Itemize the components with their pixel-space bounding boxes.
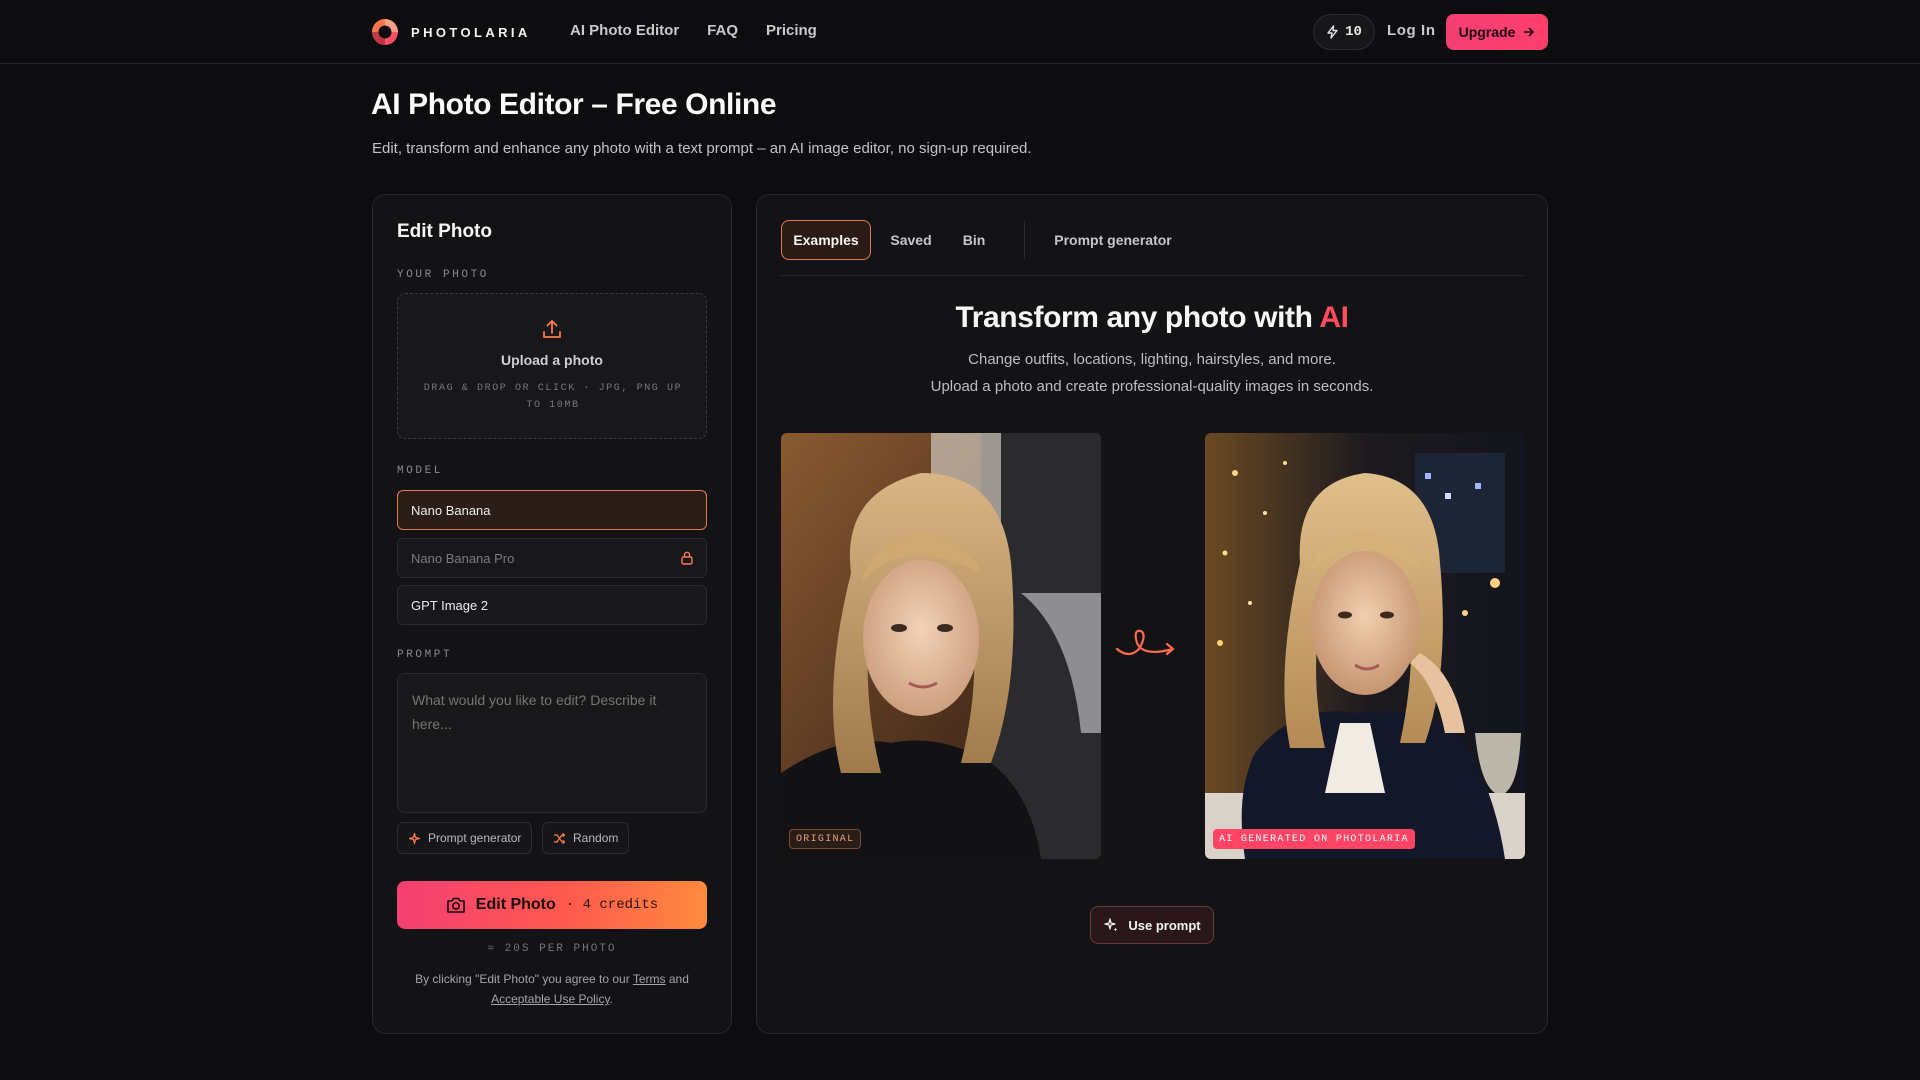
terms-link[interactable]: Terms — [633, 972, 666, 986]
tab-examples[interactable]: Examples — [781, 220, 871, 260]
model-option-label: Nano Banana — [411, 502, 491, 518]
nav-link-ai-photo-editor[interactable]: AI Photo Editor — [570, 22, 679, 39]
your-photo-label: YOUR PHOTO — [397, 269, 490, 281]
prompt-input[interactable] — [397, 673, 707, 813]
tab-underline — [781, 275, 1523, 276]
showcase-panel: Examples Saved Bin Prompt generator Tran… — [756, 194, 1548, 1034]
hero-line-1: Change outfits, locations, lighting, hai… — [968, 351, 1336, 368]
legal-notice: By clicking "Edit Photo" you agree to ou… — [403, 969, 701, 1009]
model-option-label: Nano Banana Pro — [411, 550, 515, 566]
original-photo-image — [781, 433, 1101, 859]
ai-generated-photo: AI GENERATED ON PHOTOLARIA — [1205, 433, 1525, 859]
ai-photo-image — [1205, 433, 1525, 859]
credits-badge[interactable]: 10 — [1313, 14, 1375, 50]
tab-saved[interactable]: Saved — [881, 220, 941, 260]
login-link[interactable]: Log In — [1387, 22, 1436, 39]
shuffle-icon — [553, 832, 566, 844]
bolt-icon — [1327, 25, 1338, 39]
legal-prefix: By clicking "Edit Photo" you agree to ou… — [415, 972, 630, 986]
page-title: AI Photo Editor – Free Online — [371, 88, 777, 121]
chip-label: Random — [573, 831, 619, 845]
time-per-photo: ≈ 20S PER PHOTO — [487, 943, 617, 955]
sparkle-icon — [408, 832, 421, 844]
random-chip[interactable]: Random — [542, 822, 630, 854]
hero-title: Transform any photo with AI — [757, 301, 1547, 335]
model-option-nano-banana-pro[interactable]: Nano Banana Pro — [397, 538, 707, 578]
lock-icon — [681, 551, 693, 565]
photo-upload-dropzone[interactable]: Upload a photo DRAG & DROP OR CLICK · JP… — [397, 293, 707, 439]
nav-link-pricing[interactable]: Pricing — [766, 22, 817, 39]
model-label: MODEL — [397, 465, 444, 477]
original-badge: ORIGINAL — [789, 829, 862, 849]
tab-divider — [1024, 221, 1025, 259]
credits-count: 10 — [1345, 24, 1362, 40]
legal-end: . — [609, 992, 613, 1006]
brand-logo[interactable]: PHOTOLARIA — [371, 18, 531, 46]
edit-photo-panel: Edit Photo YOUR PHOTO Upload a photo DRA… — [372, 194, 732, 1034]
hero-title-text: Transform any photo with — [955, 301, 1313, 334]
tab-bin[interactable]: Bin — [949, 220, 999, 260]
arrow-right-icon — [1524, 27, 1535, 37]
use-prompt-label: Use prompt — [1128, 917, 1201, 933]
upgrade-label: Upgrade — [1458, 24, 1516, 40]
logo-icon — [372, 19, 398, 45]
nav-link-faq[interactable]: FAQ — [707, 22, 738, 39]
upload-title: Upload a photo — [501, 352, 603, 368]
hero-line-2: Upload a photo and create professional-q… — [930, 378, 1374, 395]
legal-and: and — [668, 972, 689, 986]
use-prompt-button[interactable]: Use prompt — [1090, 906, 1214, 944]
model-option-label: GPT Image 2 — [411, 597, 489, 613]
page-subtitle: Edit, transform and enhance any photo wi… — [372, 140, 1032, 157]
panel-title: Edit Photo — [397, 221, 492, 242]
curly-arrow-icon — [1115, 629, 1175, 656]
top-nav: PHOTOLARIA AI Photo Editor FAQ Pricing 1… — [0, 0, 1920, 64]
edit-photo-label: Edit Photo — [475, 896, 556, 913]
acceptable-use-link[interactable]: Acceptable Use Policy — [491, 992, 610, 1006]
camera-icon — [446, 897, 465, 913]
tab-prompt-generator[interactable]: Prompt generator — [1041, 220, 1185, 260]
nav-links: AI Photo Editor FAQ Pricing — [570, 22, 817, 39]
prompt-label: PROMPT — [397, 649, 453, 661]
model-option-nano-banana[interactable]: Nano Banana — [397, 490, 707, 530]
magic-wand-icon — [1104, 918, 1118, 932]
chip-label: Prompt generator — [428, 831, 522, 845]
upload-hint: DRAG & DROP OR CLICK · JPG, PNG UP TO 10… — [423, 383, 683, 411]
brand-name: PHOTOLARIA — [411, 24, 531, 40]
hero-title-accent: AI — [1319, 301, 1349, 334]
ai-generated-badge: AI GENERATED ON PHOTOLARIA — [1213, 829, 1415, 849]
prompt-generator-chip[interactable]: Prompt generator — [397, 822, 533, 854]
model-option-gpt-image-2[interactable]: GPT Image 2 — [397, 585, 707, 625]
upload-icon — [543, 320, 561, 338]
edit-photo-button[interactable]: Edit Photo · 4 credits — [397, 881, 707, 929]
original-photo: ORIGINAL — [781, 433, 1101, 859]
upgrade-button[interactable]: Upgrade — [1446, 14, 1548, 50]
edit-photo-cost: · 4 credits — [565, 897, 659, 913]
